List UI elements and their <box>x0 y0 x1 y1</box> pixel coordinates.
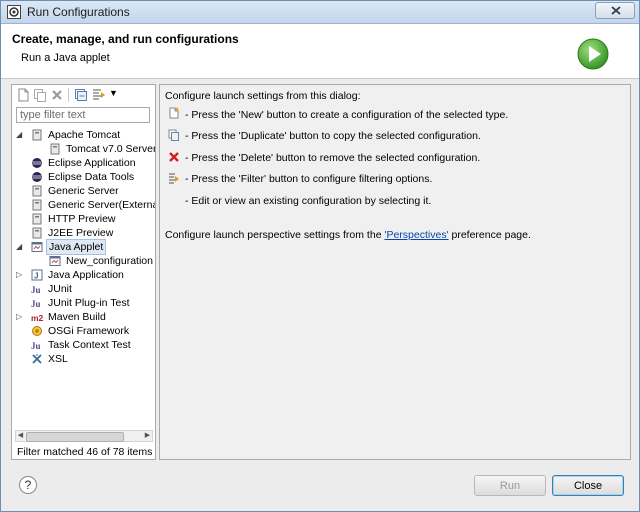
expanded-arrow-icon[interactable]: ◢ <box>16 128 24 142</box>
server-icon <box>32 213 42 225</box>
tree-item-label: OSGi Framework <box>48 325 130 337</box>
junit-icon: Ju <box>31 341 41 351</box>
collapsed-arrow-icon[interactable]: ▷ <box>16 268 24 282</box>
tree-item-label: Java Applet <box>46 239 107 255</box>
junit-plugin-icon: Ju <box>31 299 41 309</box>
tree-item-label: Task Context Test <box>48 339 131 351</box>
eclipse-app-icon <box>7 5 21 19</box>
config-toolbar: ▼ <box>14 86 154 104</box>
perspective-text: Configure launch perspective settings fr… <box>165 229 531 241</box>
tree-item-label: XSL <box>48 353 68 365</box>
toolbar-separator <box>68 88 69 102</box>
scroll-left-arrow-icon[interactable]: ◀ <box>16 431 25 441</box>
svg-text:Ju: Ju <box>31 285 41 295</box>
delete-config-icon <box>169 152 179 162</box>
new-config-icon[interactable] <box>16 88 30 102</box>
server-icon <box>32 199 42 211</box>
collapsed-arrow-icon[interactable]: ▷ <box>16 310 24 324</box>
java-app-icon: J <box>31 269 43 281</box>
help-button[interactable]: ? <box>19 476 37 494</box>
server-icon <box>50 143 60 155</box>
filter-input[interactable] <box>16 107 150 123</box>
xsl-icon <box>32 354 42 364</box>
duplicate-instruction: - Press the 'Duplicate' button to copy t… <box>185 130 481 142</box>
window-close-button[interactable] <box>595 2 635 19</box>
edit-instruction: - Edit or view an existing configuration… <box>185 195 432 207</box>
eclipse-icon <box>32 158 42 168</box>
run-button[interactable]: Run <box>474 475 546 496</box>
configuration-list-pane: ▼ ◢ Apache Tomcat Tomcat v7.0 Server a E… <box>11 84 156 460</box>
svg-text:m2: m2 <box>31 313 43 323</box>
tree-item-label: Eclipse Data Tools <box>48 171 135 183</box>
server-icon <box>32 227 42 239</box>
horizontal-scrollbar[interactable]: ◀ ▶ <box>15 430 153 442</box>
svg-text:J: J <box>34 272 38 281</box>
configuration-help-pane: Configure launch settings from this dial… <box>159 84 631 460</box>
maven-icon: m2 <box>31 313 43 323</box>
intro-text: Configure launch settings from this dial… <box>165 90 361 102</box>
scrollbar-thumb[interactable] <box>26 432 124 442</box>
run-banner-icon <box>577 38 609 70</box>
tree-item-label: Eclipse Application <box>48 157 136 169</box>
tree-item-label: HTTP Preview <box>48 213 116 225</box>
filter-instruction: - Press the 'Filter' button to configure… <box>185 173 433 185</box>
close-button[interactable]: Close <box>552 475 624 496</box>
svg-text:Ju: Ju <box>31 299 41 309</box>
new-config-icon <box>169 107 179 119</box>
tree-item-label: Tomcat v7.0 Server a <box>66 143 155 155</box>
delete-config-icon[interactable] <box>50 88 64 102</box>
tree-item-label: JUnit <box>48 283 72 295</box>
title-bar: Run Configurations <box>1 1 639 24</box>
new-instruction: - Press the 'New' button to create a con… <box>185 109 509 121</box>
tree-item-label: Java Application <box>48 269 124 281</box>
tree-item-label: Generic Server <box>48 185 119 197</box>
configuration-tree: ◢ Apache Tomcat Tomcat v7.0 Server a Ecl… <box>12 126 155 429</box>
filter-match-count: Filter matched 46 of 78 items <box>17 446 153 458</box>
data-tools-icon <box>32 172 42 182</box>
dialog-title: Create, manage, and run configurations <box>12 32 239 46</box>
run-configurations-dialog: Run Configurations Create, manage, and r… <box>0 0 640 512</box>
applet-icon <box>31 242 43 252</box>
applet-icon <box>49 256 61 266</box>
server-icon <box>32 185 42 197</box>
dialog-subtitle: Run a Java applet <box>21 52 110 64</box>
filter-icon[interactable] <box>92 88 106 102</box>
perspective-text-after: preference page. <box>448 229 531 241</box>
junit-icon: Ju <box>31 285 41 295</box>
expanded-arrow-icon[interactable]: ◢ <box>16 240 24 254</box>
dialog-header: Create, manage, and run configurations R… <box>1 24 639 79</box>
tree-item-label: Generic Server(External l <box>48 199 155 211</box>
filter-dropdown-chevron-down-icon[interactable]: ▼ <box>109 88 118 98</box>
tree-item-label: New_configuration <box>66 255 153 267</box>
perspective-text-before: Configure launch perspective settings fr… <box>165 229 385 241</box>
tree-item-label: Maven Build <box>48 311 106 323</box>
svg-text:Ju: Ju <box>31 341 41 351</box>
perspectives-link[interactable]: 'Perspectives' <box>384 229 448 241</box>
close-icon <box>611 6 621 15</box>
window-title: Run Configurations <box>27 5 130 19</box>
collapse-all-icon[interactable] <box>74 88 88 102</box>
delete-instruction: - Press the 'Delete' button to remove th… <box>185 152 481 164</box>
osgi-icon <box>32 326 42 336</box>
tree-item-label: JUnit Plug-in Test <box>48 297 130 309</box>
scroll-right-arrow-icon[interactable]: ▶ <box>143 431 152 441</box>
tree-item-label: Apache Tomcat <box>48 129 121 141</box>
tomcat-icon <box>32 129 42 141</box>
filter-icon <box>169 173 179 184</box>
tree-item-label: J2EE Preview <box>48 227 114 239</box>
duplicate-config-icon <box>168 129 179 141</box>
duplicate-config-icon[interactable] <box>33 88 47 102</box>
